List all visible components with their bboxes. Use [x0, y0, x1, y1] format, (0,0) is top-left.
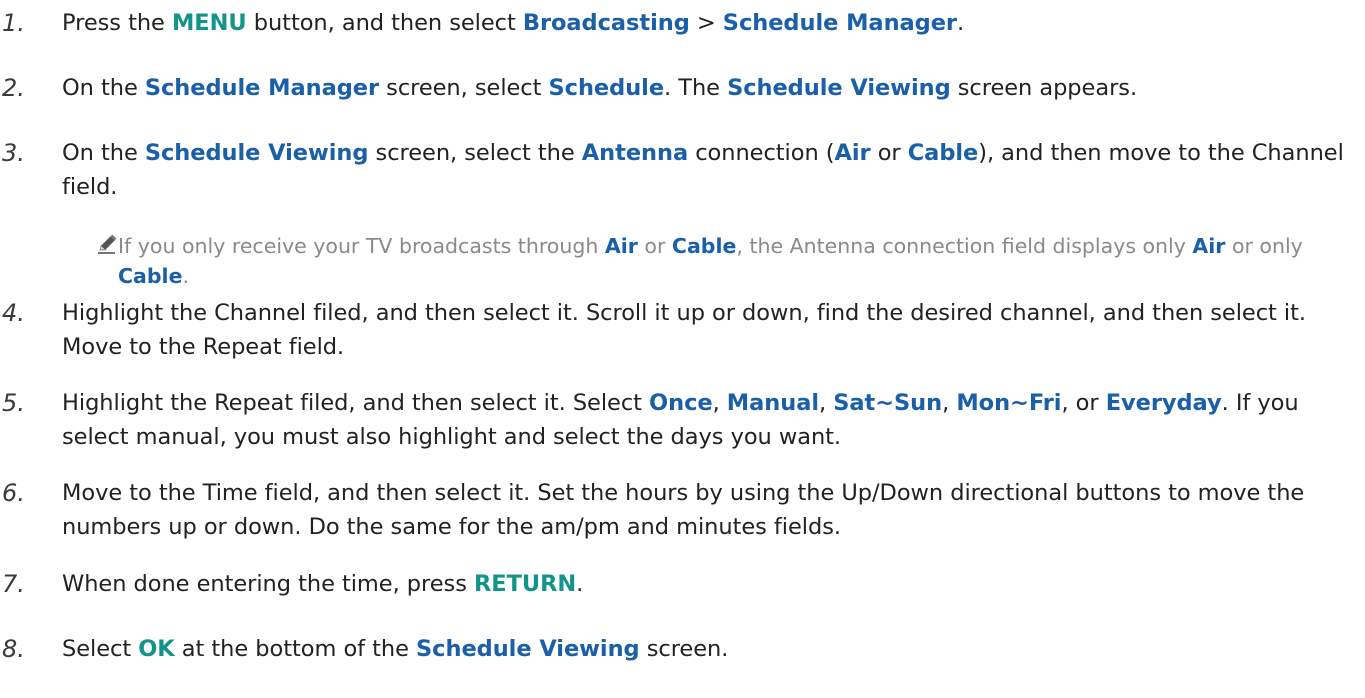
text-run: screen, select: [379, 75, 549, 101]
ui-term: Once: [649, 390, 713, 416]
ui-term: Air: [604, 234, 638, 258]
text-run: ,: [819, 390, 834, 416]
text-run: On the: [62, 75, 145, 101]
ui-term: Everyday: [1105, 390, 1222, 416]
ui-term: Cable: [671, 234, 737, 258]
ui-term: Schedule Viewing: [144, 140, 369, 166]
ui-term: MENU: [171, 10, 247, 36]
text-run: ,: [712, 390, 727, 416]
ui-term: Cable: [118, 264, 183, 288]
step-number: 2.: [2, 74, 25, 102]
text-run: connection (: [688, 140, 835, 166]
text-run: If you only receive your TV broadcasts t…: [118, 234, 605, 258]
ui-term: Schedule Viewing: [416, 636, 640, 662]
ui-term: Schedule Viewing: [727, 75, 951, 101]
ui-term: Schedule: [548, 75, 665, 101]
step-number: 1.: [2, 9, 25, 37]
text-run: Highlight the Channel filed, and then se…: [62, 300, 1306, 360]
text-run: or: [637, 234, 672, 258]
step-text: Highlight the Repeat filed, and then sel…: [62, 386, 1352, 454]
step-text: On the Schedule Manager screen, select S…: [62, 71, 1352, 105]
ui-term: Manual: [726, 390, 820, 416]
step-number: 4.: [2, 299, 25, 327]
ui-term: Air: [1192, 234, 1226, 258]
step-number: 8.: [2, 635, 25, 663]
text-run: , the Antenna connection field displays …: [736, 234, 1193, 258]
text-run: , or: [1061, 390, 1106, 416]
step-text: Press the MENU button, and then select B…: [62, 6, 1352, 40]
step-text: On the Schedule Viewing screen, select t…: [62, 136, 1352, 204]
text-run: . The: [664, 75, 728, 101]
ui-term: Broadcasting: [522, 10, 690, 36]
step-number: 6.: [2, 479, 25, 507]
text-run: screen appears.: [950, 75, 1138, 101]
text-run: When done entering the time, press: [62, 571, 474, 597]
step-text: Move to the Time field, and then select …: [62, 476, 1352, 544]
step-text: Select OK at the bottom of the Schedule …: [62, 632, 1352, 666]
text-run: screen.: [639, 636, 729, 662]
text-run: .: [956, 10, 965, 36]
ui-term: Sat~Sun: [833, 390, 943, 416]
text-run: or only: [1225, 234, 1303, 258]
text-run: button, and then select: [246, 10, 523, 36]
text-run: at the bottom of the: [174, 636, 417, 662]
ui-term: Air: [834, 140, 871, 166]
pencil-icon: [98, 234, 117, 254]
text-run: .: [182, 264, 190, 288]
text-run: .: [576, 571, 584, 597]
ui-term: Cable: [907, 140, 979, 166]
ui-term: Schedule Manager: [722, 10, 957, 36]
text-run: Press the: [62, 10, 172, 36]
ui-term: OK: [138, 636, 175, 662]
step-number: 7.: [2, 570, 25, 598]
step-text: When done entering the time, press RETUR…: [62, 567, 1352, 601]
ui-term: Mon~Fri: [956, 390, 1062, 416]
text-run: ,: [942, 390, 957, 416]
text-run: Highlight the Repeat filed, and then sel…: [62, 390, 650, 416]
text-run: screen, select the: [368, 140, 582, 166]
text-run: Move to the Time field, and then select …: [62, 480, 1305, 540]
text-run: >: [689, 10, 723, 36]
step-number: 5.: [2, 389, 25, 417]
instruction-document: 1. Press the MENU button, and then selec…: [0, 0, 1365, 698]
ui-term: RETURN: [473, 571, 577, 597]
step-text: Highlight the Channel filed, and then se…: [62, 296, 1352, 364]
ui-term: Antenna: [581, 140, 689, 166]
step-number: 3.: [2, 139, 25, 167]
text-run: On the: [62, 140, 145, 166]
text-run: or: [870, 140, 908, 166]
ui-term: Schedule Manager: [144, 75, 380, 101]
text-run: Select: [62, 636, 139, 662]
note-text: If you only receive your TV broadcasts t…: [118, 231, 1328, 291]
